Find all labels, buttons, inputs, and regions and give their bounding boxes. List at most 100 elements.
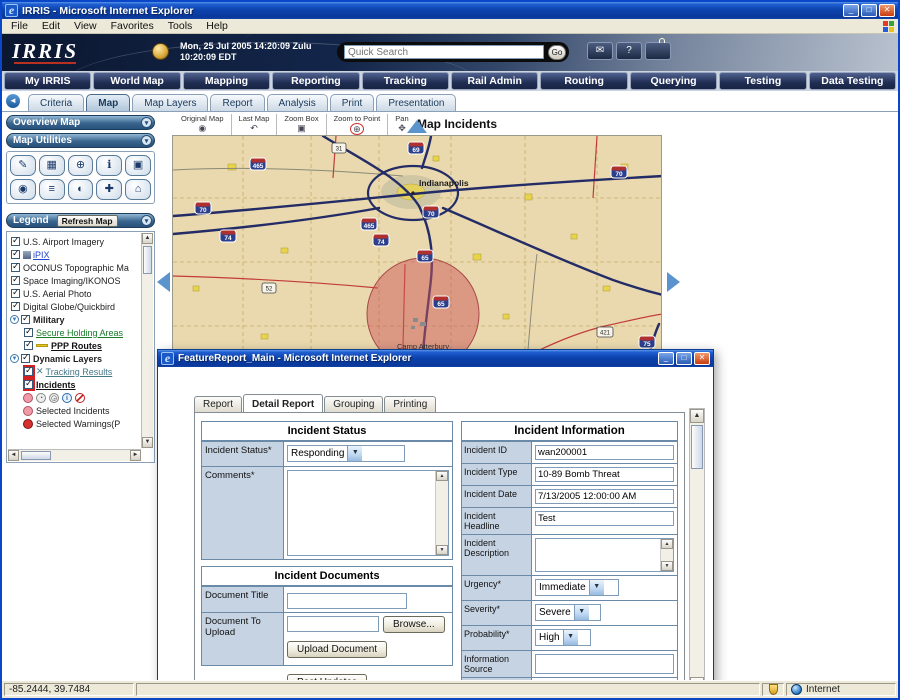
layer-link[interactable]: PPP Routes xyxy=(51,341,102,351)
original-map-button[interactable]: Original Map ◉ xyxy=(174,114,232,135)
menu-file[interactable]: File xyxy=(4,20,35,32)
maximize-button[interactable]: □ xyxy=(861,4,877,17)
legend-row-incidents[interactable]: Incidents xyxy=(23,378,139,391)
nav-tab-rail-admin[interactable]: Rail Admin xyxy=(451,72,539,90)
nav-tab-querying[interactable]: Querying xyxy=(629,72,718,90)
truck-icon[interactable]: ▣ xyxy=(125,155,151,176)
refresh-map-button[interactable]: Refresh Map xyxy=(56,214,118,227)
checkbox[interactable] xyxy=(11,300,20,311)
tab-presentation[interactable]: Presentation xyxy=(376,94,457,111)
pan-west-arrow[interactable] xyxy=(157,272,170,292)
info-icon[interactable]: i xyxy=(62,392,72,403)
upload-document-button[interactable]: Upload Document xyxy=(287,640,388,658)
scroll-thumb[interactable] xyxy=(143,246,152,274)
no-entry-icon[interactable]: ⊘ xyxy=(75,392,85,403)
chart-icon[interactable]: ✚ xyxy=(96,179,123,200)
layer-link[interactable]: iPIX xyxy=(33,250,50,260)
tab-report[interactable]: Report xyxy=(194,396,243,412)
incident-description-textarea[interactable]: ▲ ▼ xyxy=(535,538,674,572)
legend-horizontal-scrollbar[interactable]: ◄ ► xyxy=(8,449,141,461)
layer-link[interactable]: Secure Holding Areas xyxy=(36,328,123,338)
nav-tab-reporting[interactable]: Reporting xyxy=(272,72,360,90)
menu-view[interactable]: View xyxy=(67,20,104,32)
nav-tab-world-map[interactable]: World Map xyxy=(93,72,181,90)
expand-icon[interactable]: ▼ xyxy=(10,315,19,324)
nav-tab-routing[interactable]: Routing xyxy=(540,72,628,90)
minimize-button[interactable]: _ xyxy=(843,4,859,17)
popup-maximize-button[interactable]: □ xyxy=(676,352,692,365)
legend-row[interactable]: OCONUS Topographic Ma xyxy=(10,261,139,274)
scroll-left-icon[interactable]: ◄ xyxy=(8,450,19,461)
checkbox-annotated[interactable] xyxy=(23,365,35,378)
nav-tab-mapping[interactable]: Mapping xyxy=(182,72,271,90)
severity-select[interactable]: Severe ▼ xyxy=(535,604,601,622)
collapse-utilities-icon[interactable]: ▾ xyxy=(141,135,152,146)
scroll-right-icon[interactable]: ► xyxy=(130,450,141,461)
scroll-up-icon[interactable]: ▲ xyxy=(661,539,673,549)
pan-north-arrow[interactable] xyxy=(407,120,427,133)
camera-icon[interactable]: ◉ xyxy=(10,179,36,200)
legend-vertical-scrollbar[interactable]: ▲ ▼ xyxy=(141,233,153,448)
clock-icon[interactable]: ◶ xyxy=(49,392,59,403)
scroll-up-icon[interactable]: ▲ xyxy=(436,471,448,481)
help-icon[interactable]: ? xyxy=(616,42,642,60)
list-icon[interactable]: ≡ xyxy=(38,179,65,200)
legend-group-dynamic[interactable]: ▼ Dynamic Layers xyxy=(10,352,139,365)
layer-link[interactable]: Incidents xyxy=(36,380,76,390)
expand-icon[interactable]: ▼ xyxy=(10,354,19,363)
go-button[interactable]: Go xyxy=(548,44,566,60)
menu-favorites[interactable]: Favorites xyxy=(104,20,161,32)
collapse-overview-icon[interactable]: ▾ xyxy=(141,117,152,128)
home-icon[interactable]: ⌂ xyxy=(125,179,151,200)
nav-tab-data-testing[interactable]: Data Testing xyxy=(808,72,897,90)
checkbox[interactable] xyxy=(24,339,33,350)
incident-dot-icon[interactable] xyxy=(23,392,33,403)
scroll-down-icon[interactable]: ▼ xyxy=(661,561,673,571)
lock-icon[interactable] xyxy=(645,42,671,60)
pencil-icon[interactable]: ✎ xyxy=(10,155,36,176)
dropdown-arrow-icon[interactable]: ▼ xyxy=(588,580,604,596)
legend-row[interactable]: iPIX xyxy=(10,248,139,261)
scroll-thumb[interactable] xyxy=(691,425,703,469)
quick-search-input[interactable] xyxy=(344,45,544,59)
tab-printing[interactable]: Printing xyxy=(384,396,437,412)
dropdown-arrow-icon[interactable]: ▼ xyxy=(573,605,589,621)
tab-detail-report[interactable]: Detail Report xyxy=(243,394,324,412)
document-upload-input[interactable] xyxy=(287,616,379,632)
close-button[interactable]: ✕ xyxy=(879,4,895,17)
dropdown-arrow-icon[interactable]: ▼ xyxy=(562,630,578,646)
layers-icon[interactable]: ▦ xyxy=(38,155,65,176)
urgency-select[interactable]: Immediate ▼ xyxy=(535,579,619,597)
legend-row[interactable]: PPP Routes xyxy=(23,339,139,352)
scroll-thumb[interactable] xyxy=(21,451,51,460)
legend-group-military[interactable]: ▼ Military xyxy=(10,313,139,326)
tab-map[interactable]: Map xyxy=(86,94,131,111)
legend-row[interactable]: Secure Holding Areas xyxy=(23,326,139,339)
incident-status-select[interactable]: Responding ▼ xyxy=(287,445,405,463)
checkbox[interactable] xyxy=(24,326,33,337)
nav-tab-my-irris[interactable]: My IRRIS xyxy=(4,72,92,90)
tab-map-layers[interactable]: Map Layers xyxy=(132,94,209,111)
popup-minimize-button[interactable]: _ xyxy=(658,352,674,365)
scroll-up-icon[interactable]: ▲ xyxy=(142,233,153,244)
checkbox[interactable] xyxy=(11,235,20,246)
menu-edit[interactable]: Edit xyxy=(35,20,67,32)
zoom-box-button[interactable]: Zoom Box ▣ xyxy=(277,114,327,135)
popup-scrollbar[interactable]: ▲▼ xyxy=(689,408,705,692)
pan-east-arrow[interactable] xyxy=(667,272,680,292)
textarea-scrollbar[interactable]: ▲▼ xyxy=(660,539,673,571)
checkbox[interactable] xyxy=(11,287,20,298)
mail-icon[interactable]: ✉ xyxy=(587,42,613,60)
menu-tools[interactable]: Tools xyxy=(161,20,200,32)
collapse-legend-icon[interactable]: ▾ xyxy=(141,215,152,226)
checkbox[interactable] xyxy=(11,248,20,259)
checkbox[interactable] xyxy=(11,274,20,285)
tab-print[interactable]: Print xyxy=(329,94,375,111)
scroll-tabs-icon[interactable]: ◄ xyxy=(6,94,20,108)
globe-icon[interactable]: ◐ xyxy=(67,179,94,200)
legend-row-tracking[interactable]: ✕Tracking Results xyxy=(23,365,139,378)
tab-analysis[interactable]: Analysis xyxy=(266,94,328,111)
checkbox-annotated[interactable] xyxy=(23,378,35,391)
layer-link[interactable]: Tracking Results xyxy=(46,367,113,377)
legend-row[interactable]: U.S. Aerial Photo xyxy=(10,287,139,300)
